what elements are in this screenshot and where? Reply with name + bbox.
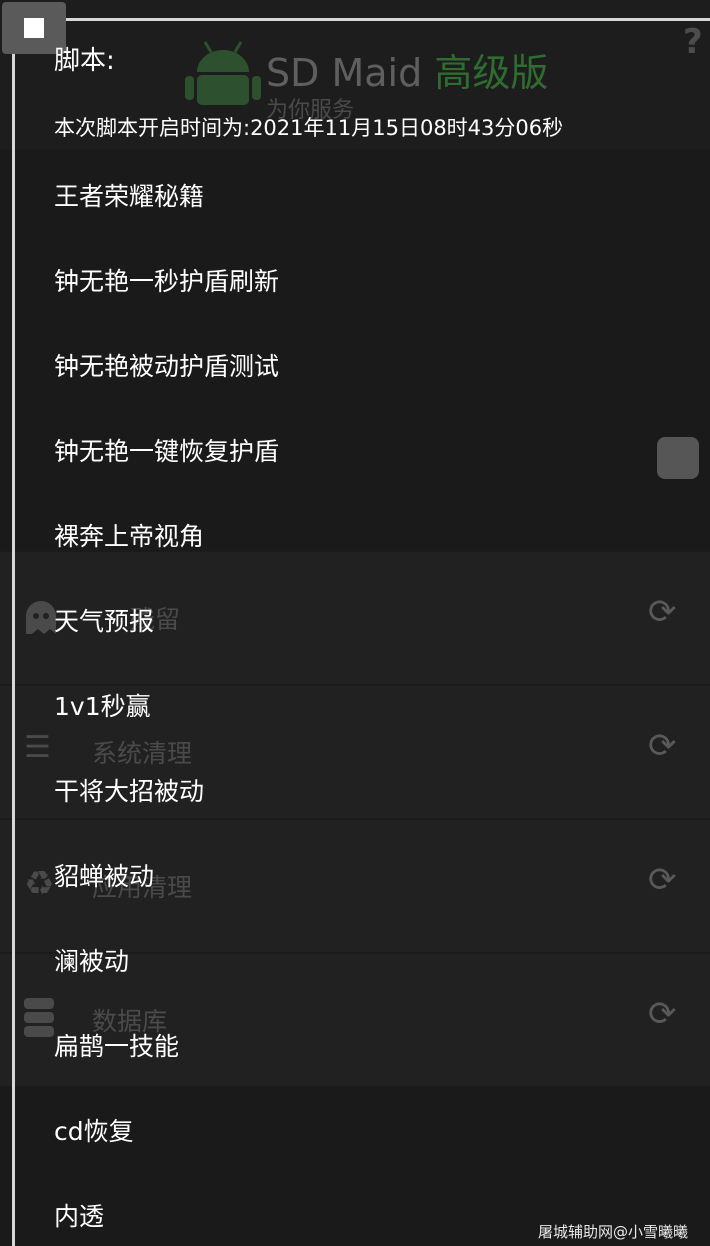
menu-item[interactable]: 扁鹊一技能 xyxy=(54,1025,179,1069)
script-start-time: 本次脚本开启时间为:2021年11月15日08时43分06秒 xyxy=(54,116,564,140)
menu-item[interactable]: 貂蝉被动 xyxy=(54,855,154,899)
menu-item[interactable]: 干将大招被动 xyxy=(54,770,204,814)
ghost-icon xyxy=(26,601,56,634)
watermark: 屠城辅助网@小雪曦曦 xyxy=(538,1223,689,1241)
help-icon[interactable]: ? xyxy=(683,22,703,62)
overlay-frame-left xyxy=(12,18,15,1246)
refresh-icon[interactable]: ⟳ xyxy=(648,860,677,900)
database-icon xyxy=(24,998,54,1037)
avatar[interactable] xyxy=(657,437,699,479)
refresh-icon[interactable]: ⟳ xyxy=(648,726,677,766)
menu-item[interactable]: 1v1秒赢 xyxy=(54,685,151,729)
list-icon: ☰ xyxy=(24,730,51,765)
menu-item[interactable]: 澜被动 xyxy=(54,940,129,984)
recycle-icon: ♻ xyxy=(24,864,55,904)
menu-item[interactable]: 天气预报 xyxy=(54,600,154,644)
menu-item[interactable]: 钟无艳一秒护盾刷新 xyxy=(54,260,279,304)
menu-item[interactable]: 内透 xyxy=(54,1195,104,1239)
stop-icon xyxy=(24,18,44,38)
refresh-icon[interactable]: ⟳ xyxy=(648,994,677,1034)
overlay-frame-top xyxy=(12,18,710,21)
menu-item[interactable]: cd恢复 xyxy=(54,1110,134,1154)
background-row-label: 系统清理 xyxy=(92,739,193,768)
refresh-icon[interactable]: ⟳ xyxy=(648,592,677,632)
menu-item[interactable]: 钟无艳被动护盾测试 xyxy=(54,345,279,389)
script-header: 脚本: xyxy=(54,46,115,76)
menu-item[interactable]: 王者荣耀秘籍 xyxy=(54,175,204,219)
menu-item[interactable]: 裸奔上帝视角 xyxy=(54,515,204,559)
menu-item[interactable]: 钟无艳一键恢复护盾 xyxy=(54,430,279,474)
background-app-title: SD Maid 高级版 xyxy=(266,51,549,95)
android-logo-icon xyxy=(185,41,261,105)
